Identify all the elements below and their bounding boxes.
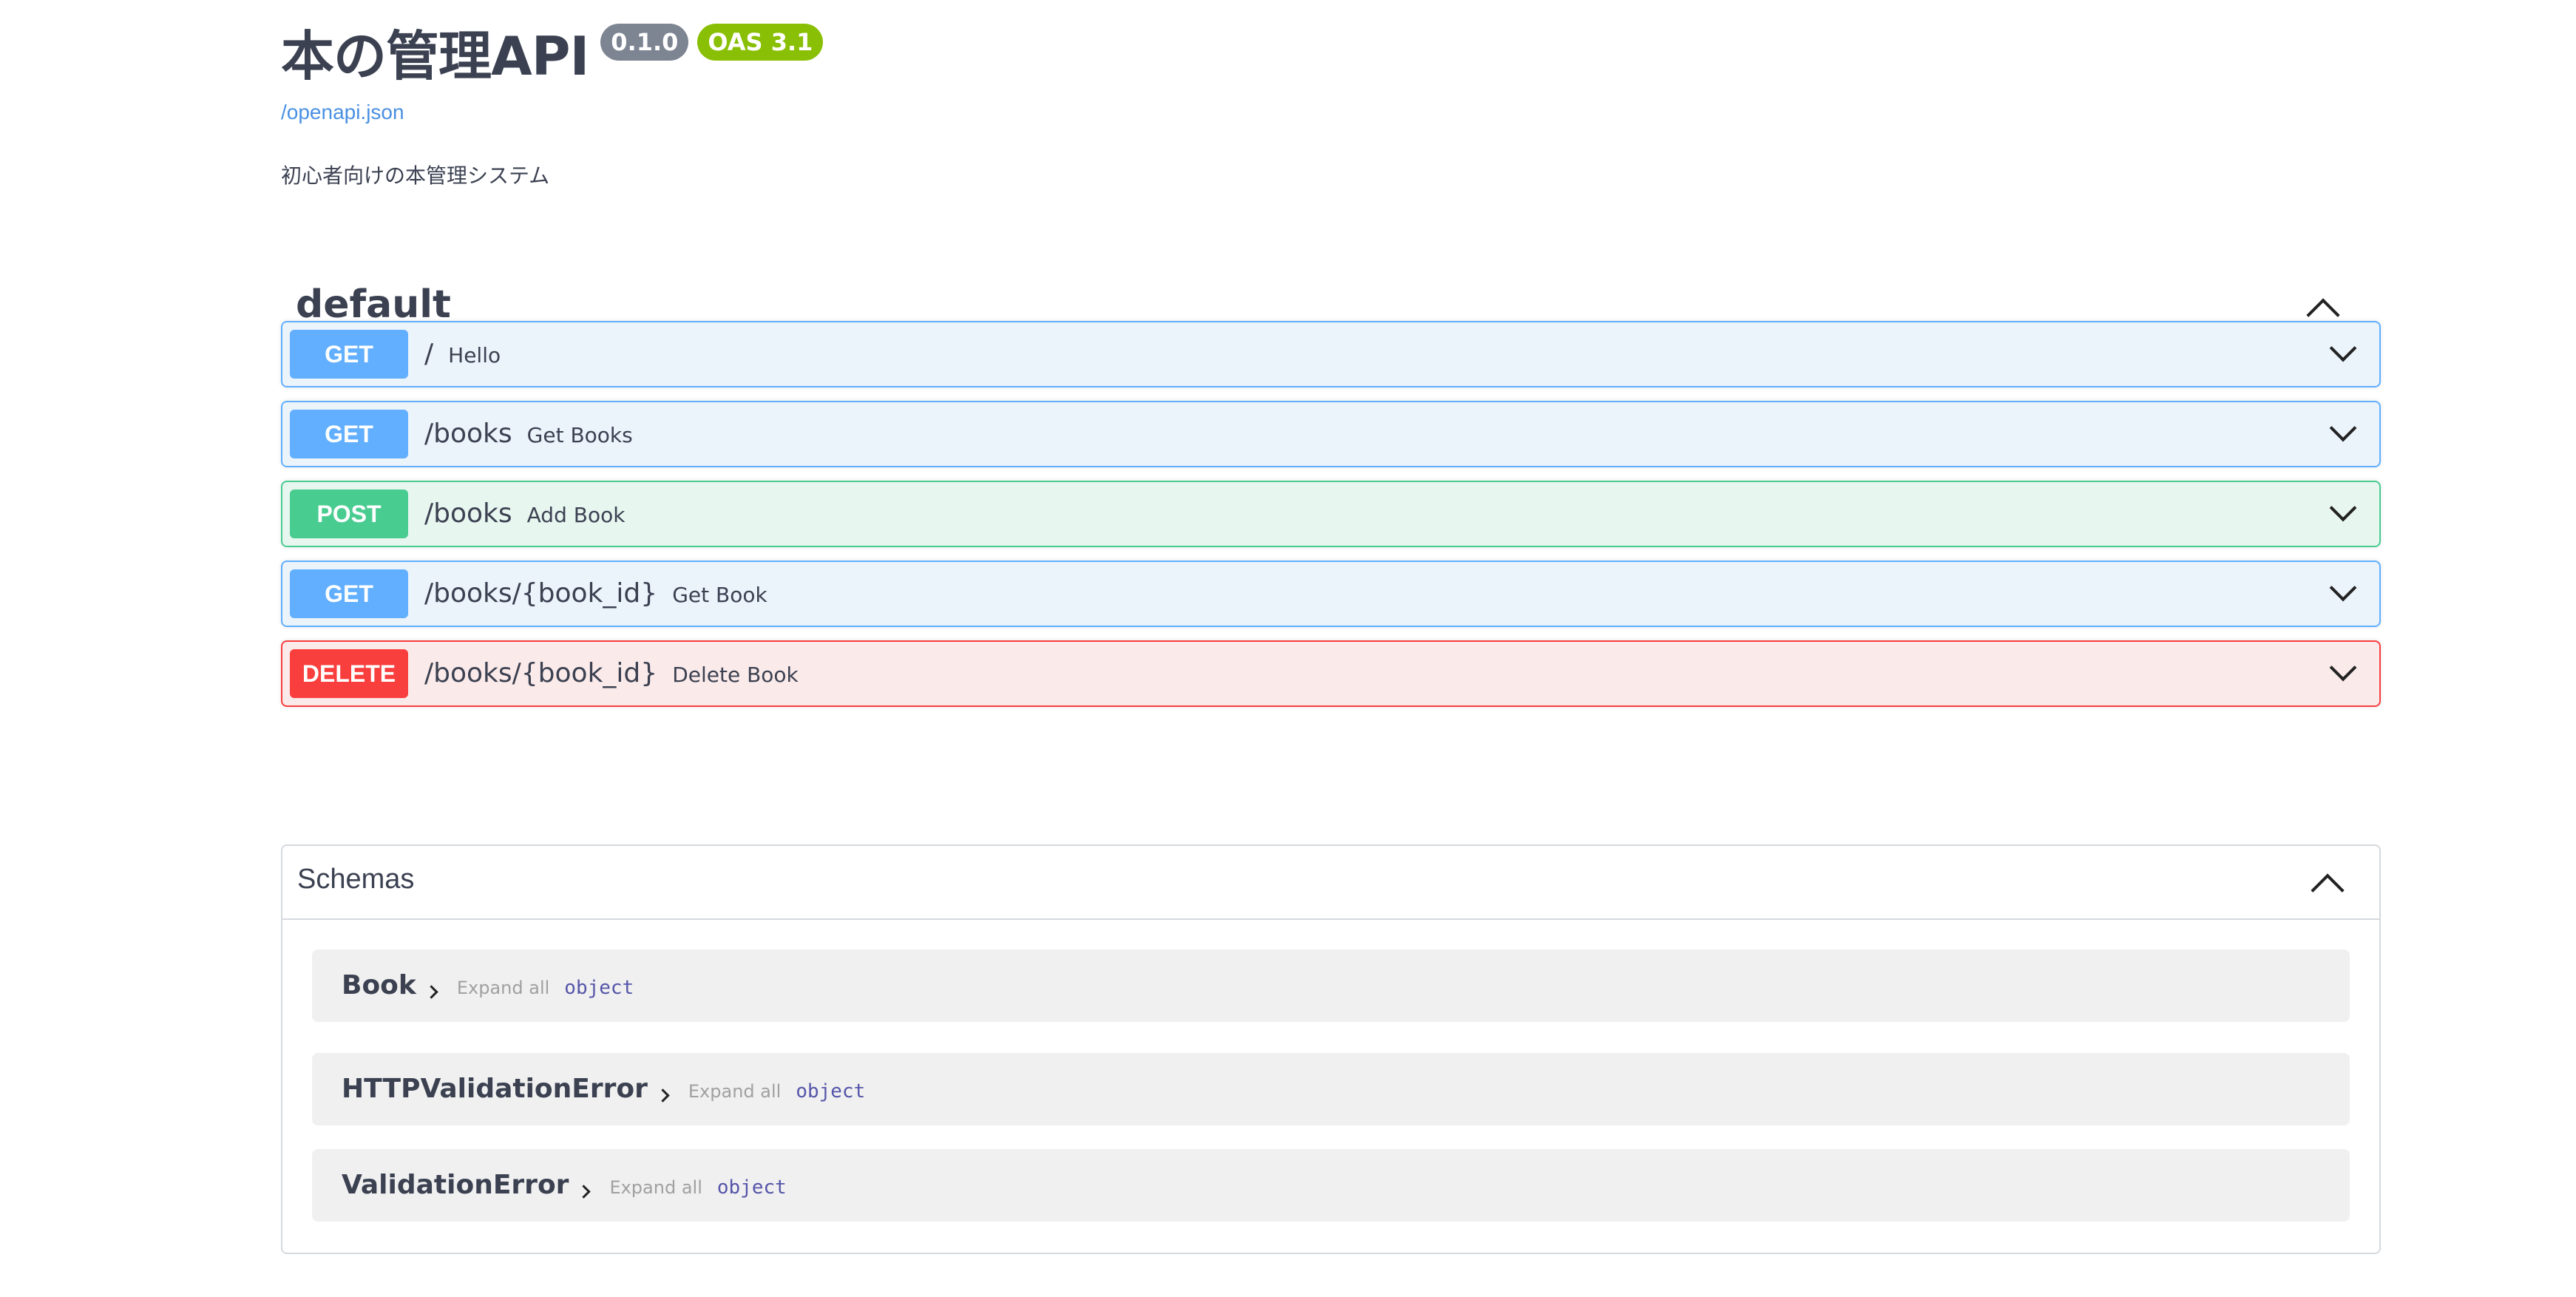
method-badge: POST [290, 490, 408, 538]
opblock-post-books[interactable]: POST /books Add Book [281, 481, 2381, 547]
model-book[interactable]: Book Expand all object [312, 949, 2350, 1022]
api-title: 本の管理API [281, 25, 589, 87]
model-type: object [564, 977, 634, 999]
chevron-right-icon[interactable] [424, 985, 438, 999]
model-title[interactable]: HTTPValidationError Expand all object [342, 1074, 865, 1104]
model-title[interactable]: ValidationError Expand all object [342, 1170, 787, 1200]
version-badge: 0.1.0 [600, 24, 689, 61]
api-title-row: 本の管理API 0.1.0 OAS 3.1 [281, 19, 824, 93]
chevron-down-icon[interactable] [2329, 334, 2357, 362]
operation-summary: Get Books [526, 423, 633, 447]
operation-path: / Hello [424, 339, 501, 369]
schemas-title: Schemas [297, 864, 415, 895]
model-title[interactable]: Book Expand all object [342, 970, 634, 1000]
opblock-get-books[interactable]: GET /books Get Books [281, 401, 2381, 467]
opblock-get-root[interactable]: GET / Hello [281, 321, 2381, 387]
operation-summary: Delete Book [672, 663, 799, 687]
operation-path: /books/{book_id} Delete Book [424, 658, 799, 688]
expand-all-button[interactable]: Expand all [688, 1081, 781, 1102]
model-http-validation-error[interactable]: HTTPValidationError Expand all object [312, 1053, 2350, 1125]
chevron-down-icon[interactable] [2329, 494, 2357, 522]
method-badge: GET [290, 569, 408, 618]
model-validation-error[interactable]: ValidationError Expand all object [312, 1149, 2350, 1222]
model-type: object [716, 1176, 787, 1199]
operation-summary: Hello [448, 343, 501, 368]
api-description: 初心者向けの本管理システム [281, 163, 550, 188]
oas-badge: OAS 3.1 [697, 24, 824, 61]
operation-summary: Add Book [526, 503, 626, 527]
model-type: object [796, 1080, 866, 1103]
schemas-section: Schemas Book Expand all object HTTPValidat… [281, 844, 2381, 1254]
chevron-down-icon[interactable] [2329, 654, 2357, 682]
operation-summary: Get Book [672, 583, 767, 607]
operation-path: /books Get Books [424, 419, 633, 449]
chevron-right-icon[interactable] [656, 1088, 670, 1103]
method-badge: GET [290, 330, 408, 379]
expand-all-button[interactable]: Expand all [609, 1177, 702, 1198]
chevron-down-icon[interactable] [2329, 414, 2357, 442]
tag-name: default [296, 282, 451, 327]
chevron-down-icon[interactable] [2329, 574, 2357, 602]
method-badge: GET [290, 410, 408, 458]
chevron-up-icon[interactable] [2311, 873, 2345, 907]
expand-all-button[interactable]: Expand all [457, 978, 549, 998]
method-badge: DELETE [290, 649, 408, 698]
opblock-delete-book[interactable]: DELETE /books/{book_id} Delete Book [281, 640, 2381, 707]
opblock-get-book-by-id[interactable]: GET /books/{book_id} Get Book [281, 561, 2381, 627]
schemas-header[interactable]: Schemas [282, 846, 2379, 920]
operation-path: /books Add Book [424, 498, 626, 529]
openapi-json-link[interactable]: /openapi.json [281, 101, 404, 124]
operation-path: /books/{book_id} Get Book [424, 578, 767, 609]
chevron-right-icon[interactable] [577, 1185, 592, 1199]
